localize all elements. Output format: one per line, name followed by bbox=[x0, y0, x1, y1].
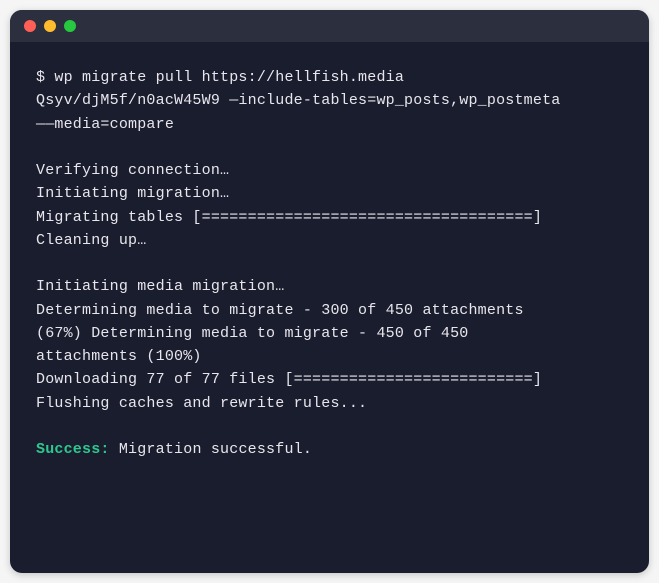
output-initiating: Initiating migration… bbox=[36, 182, 623, 205]
output-media-progress-3: attachments (100%) bbox=[36, 345, 623, 368]
command-text-1: wp migrate pull https://hellfish.media bbox=[54, 69, 404, 86]
terminal-body: $ wp migrate pull https://hellfish.media… bbox=[10, 42, 649, 485]
output-verifying: Verifying connection… bbox=[36, 159, 623, 182]
blank-line bbox=[36, 415, 623, 438]
output-media-init: Initiating media migration… bbox=[36, 275, 623, 298]
title-bar bbox=[10, 10, 649, 42]
output-flushing: Flushing caches and rewrite rules... bbox=[36, 392, 623, 415]
result-line: Success: Migration successful. bbox=[36, 438, 623, 461]
success-label: Success: bbox=[36, 441, 110, 458]
command-line-1: $ wp migrate pull https://hellfish.media bbox=[36, 66, 623, 89]
blank-line bbox=[36, 252, 623, 275]
prompt: $ bbox=[36, 69, 54, 86]
output-downloading: Downloading 77 of 77 files [============… bbox=[36, 368, 623, 391]
close-icon[interactable] bbox=[24, 20, 36, 32]
output-cleaning: Cleaning up… bbox=[36, 229, 623, 252]
success-message: Migration successful. bbox=[110, 441, 312, 458]
output-migrating-tables: Migrating tables [======================… bbox=[36, 206, 623, 229]
maximize-icon[interactable] bbox=[64, 20, 76, 32]
blank-line bbox=[36, 136, 623, 159]
command-line-3: ——media=compare bbox=[36, 113, 623, 136]
minimize-icon[interactable] bbox=[44, 20, 56, 32]
command-line-2: Qsyv/djM5f/n0acW45W9 —include-tables=wp_… bbox=[36, 89, 623, 112]
output-media-progress-1: Determining media to migrate - 300 of 45… bbox=[36, 299, 623, 322]
output-media-progress-2: (67%) Determining media to migrate - 450… bbox=[36, 322, 623, 345]
terminal-window: $ wp migrate pull https://hellfish.media… bbox=[10, 10, 649, 573]
